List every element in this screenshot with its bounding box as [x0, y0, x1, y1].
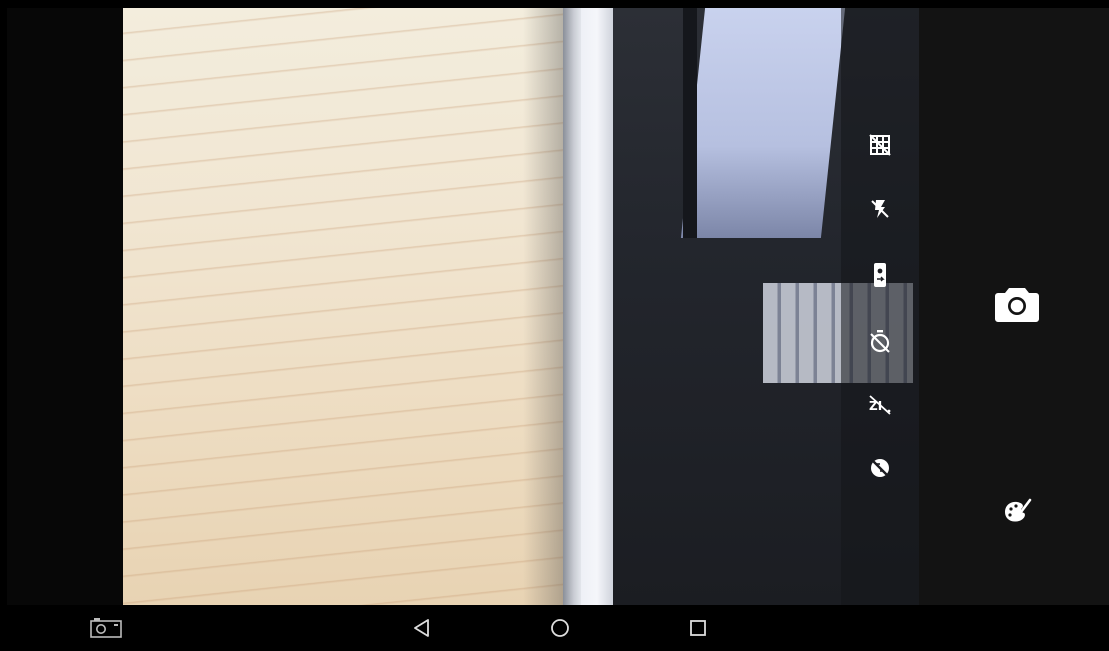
- exposure-off-icon[interactable]: [867, 455, 893, 481]
- hdr-off-icon[interactable]: ZI: [867, 392, 893, 418]
- home-button[interactable]: [546, 614, 574, 642]
- preview-frame: [683, 8, 697, 238]
- camera-switch-icon[interactable]: [867, 262, 893, 288]
- flash-off-icon[interactable]: [867, 196, 893, 222]
- shutter-button[interactable]: [994, 284, 1040, 324]
- recents-icon: [690, 620, 706, 636]
- screenshot-icon: [90, 618, 122, 638]
- palette-icon: [1005, 498, 1032, 522]
- preview-wood-surface: [123, 8, 563, 605]
- camera-app: ZI: [7, 8, 1109, 651]
- preview-shadow: [523, 8, 563, 605]
- system-navigation-bar: [7, 605, 1109, 651]
- settings-strip: ZI: [841, 8, 919, 605]
- timer-off-icon[interactable]: [867, 328, 893, 354]
- home-icon: [551, 619, 569, 637]
- camera-controls-rail: [919, 8, 1109, 605]
- filter-button[interactable]: [999, 493, 1035, 529]
- recents-button[interactable]: [684, 614, 712, 642]
- screenshot-button[interactable]: [89, 614, 123, 642]
- preview-panel-edge: [563, 8, 581, 605]
- preview-reflection: [680, 8, 846, 238]
- preview-panel-face: [581, 8, 613, 605]
- camera-icon: [995, 288, 1039, 322]
- grid-off-icon[interactable]: [867, 132, 893, 158]
- back-button[interactable]: [408, 614, 436, 642]
- camera-viewfinder[interactable]: ZI: [123, 8, 919, 605]
- back-icon: [414, 619, 429, 637]
